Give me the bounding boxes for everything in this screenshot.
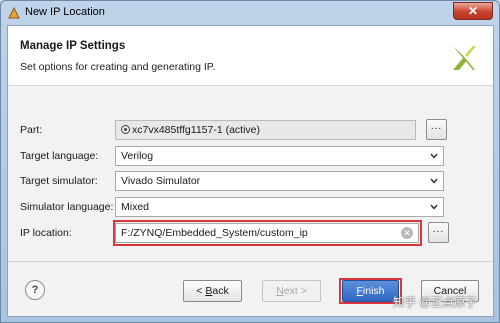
target-simulator-label: Target simulator: bbox=[20, 175, 98, 187]
part-field: xc7vx485tffg1157-1 (active) bbox=[115, 120, 416, 140]
simulator-language-select[interactable]: Mixed bbox=[115, 197, 444, 217]
dialog-body: Manage IP Settings Set options for creat… bbox=[7, 25, 494, 317]
chevron-down-icon bbox=[430, 178, 438, 184]
target-simulator-row: Target simulator: Vivado Simulator bbox=[20, 171, 480, 191]
target-language-label: Target language: bbox=[20, 150, 99, 162]
simulator-language-value: Mixed bbox=[121, 201, 150, 213]
chevron-down-icon bbox=[430, 153, 438, 159]
page-subtitle: Set options for creating and generating … bbox=[20, 61, 216, 73]
target-language-select[interactable]: Verilog bbox=[115, 146, 444, 166]
xilinx-logo-icon bbox=[453, 46, 476, 70]
chevron-down-icon bbox=[430, 204, 438, 210]
part-row: Part: xc7vx485tffg1157-1 (active) ... bbox=[20, 119, 480, 140]
finish-button[interactable]: Finish bbox=[342, 280, 399, 302]
part-value: xc7vx485tffg1157-1 (active) bbox=[132, 124, 261, 136]
ip-location-highlight bbox=[113, 220, 422, 246]
ip-location-browse-button[interactable]: ... bbox=[428, 222, 449, 243]
app-icon bbox=[8, 6, 20, 19]
ip-location-row: IP location: F:/ZYNQ/Embedded_System/cus… bbox=[20, 220, 480, 246]
part-browse-button[interactable]: ... bbox=[426, 119, 447, 140]
target-simulator-select[interactable]: Vivado Simulator bbox=[115, 171, 444, 191]
watermark: 知乎 @正点原子 bbox=[393, 297, 477, 309]
ip-location-label: IP location: bbox=[20, 227, 72, 239]
help-button[interactable]: ? bbox=[25, 280, 45, 300]
back-button[interactable]: < Back bbox=[183, 280, 242, 302]
target-simulator-value: Vivado Simulator bbox=[121, 175, 201, 187]
simulator-language-row: Simulator language: Mixed bbox=[20, 197, 480, 217]
window-title: New IP Location bbox=[25, 6, 105, 18]
simulator-language-label: Simulator language: bbox=[20, 201, 114, 213]
part-label: Part: bbox=[20, 124, 43, 136]
page-title: Manage IP Settings bbox=[20, 40, 126, 52]
dialog-window: New IP Location ✕ Manage IP Settings Set… bbox=[0, 0, 500, 323]
title-bar[interactable]: New IP Location ✕ bbox=[1, 1, 499, 25]
target-language-value: Verilog bbox=[121, 150, 154, 162]
next-button[interactable]: Next > bbox=[262, 280, 321, 302]
footer-divider bbox=[8, 261, 493, 262]
target-language-row: Target language: Verilog bbox=[20, 146, 480, 166]
close-button[interactable]: ✕ bbox=[453, 2, 493, 20]
dialog-header: Manage IP Settings Set options for creat… bbox=[8, 26, 493, 86]
chip-icon bbox=[121, 125, 130, 134]
